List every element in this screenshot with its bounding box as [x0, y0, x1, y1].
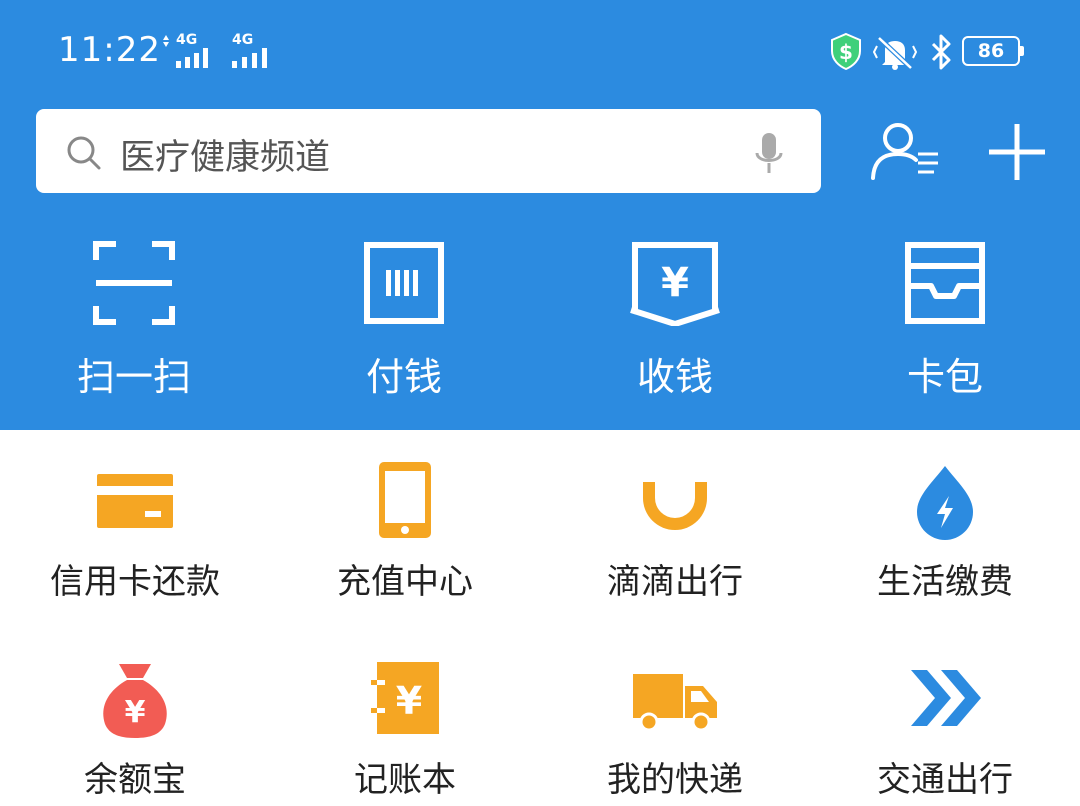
- signal-bars-icon: [176, 48, 216, 68]
- quick-action-label: 卡包: [906, 355, 983, 399]
- service-utilities[interactable]: 生活缴费: [835, 460, 1055, 603]
- network-type-2: 4G: [232, 32, 254, 48]
- service-label: 充值中心: [337, 562, 473, 602]
- service-label: 信用卡还款: [50, 562, 220, 602]
- microphone-icon[interactable]: [754, 131, 784, 177]
- arrows-icon: [911, 670, 981, 726]
- svg-text:¥: ¥: [661, 260, 689, 306]
- phone-icon: [379, 462, 431, 538]
- credit-card-icon: [97, 474, 173, 528]
- contacts-icon[interactable]: [868, 118, 944, 184]
- vibrate-mute-icon: [873, 36, 917, 70]
- service-label: 我的快递: [607, 760, 743, 800]
- truck-icon: [633, 674, 717, 732]
- service-didi[interactable]: 滴滴出行: [565, 460, 785, 603]
- data-arrows-icon: [163, 35, 169, 47]
- quick-action-label: 付钱: [365, 355, 442, 399]
- water-drop-icon: [917, 466, 973, 540]
- svg-text:¥: ¥: [125, 695, 146, 730]
- service-credit-card-repay[interactable]: 信用卡还款: [25, 460, 245, 603]
- search-placeholder: 医疗健康频道: [120, 138, 331, 178]
- service-recharge[interactable]: 充值中心: [295, 460, 515, 603]
- service-transport[interactable]: 交通出行: [835, 658, 1055, 801]
- security-shield-icon: $: [831, 32, 861, 70]
- quick-action-label: 扫一扫: [76, 355, 191, 399]
- network-type-1: 4G: [176, 32, 198, 48]
- service-label: 滴滴出行: [607, 562, 743, 602]
- quick-action-label: 收钱: [636, 355, 713, 399]
- service-label: 生活缴费: [877, 562, 1013, 602]
- bluetooth-icon: [931, 34, 951, 70]
- didi-icon: [643, 482, 707, 530]
- status-time: 11:22: [58, 30, 161, 70]
- card-wallet-icon: [905, 242, 985, 324]
- search-input[interactable]: 医疗健康频道: [36, 109, 821, 193]
- signal-1: 4G: [160, 32, 216, 68]
- yen-pocket-icon: ¥: [630, 242, 720, 326]
- ledger-icon: ¥: [371, 662, 439, 734]
- plus-icon[interactable]: [987, 122, 1047, 182]
- battery-icon: 86: [962, 36, 1024, 66]
- signal-bars-icon: [232, 48, 276, 68]
- service-ledger[interactable]: ¥ 记账本: [295, 658, 515, 801]
- battery-level: 86: [977, 40, 1005, 62]
- svg-text:¥: ¥: [396, 679, 422, 723]
- service-label: 记账本: [354, 760, 456, 800]
- quick-action-card-wallet[interactable]: 卡包: [845, 240, 1045, 401]
- search-icon: [67, 136, 101, 170]
- service-label: 交通出行: [877, 760, 1013, 800]
- barcode-icon: [364, 242, 444, 324]
- quick-action-scan[interactable]: 扫一扫: [34, 240, 234, 401]
- quick-action-receive[interactable]: ¥ 收钱: [575, 240, 775, 401]
- service-label: 余额宝: [84, 760, 186, 800]
- signal-2: 4G: [230, 32, 280, 68]
- money-bag-icon: ¥: [103, 664, 167, 738]
- svg-text:$: $: [839, 40, 853, 64]
- quick-action-pay[interactable]: 付钱: [304, 240, 504, 401]
- service-express[interactable]: 我的快递: [565, 658, 785, 801]
- scan-icon: [93, 241, 175, 325]
- service-yuebao[interactable]: ¥ 余额宝: [25, 658, 245, 801]
